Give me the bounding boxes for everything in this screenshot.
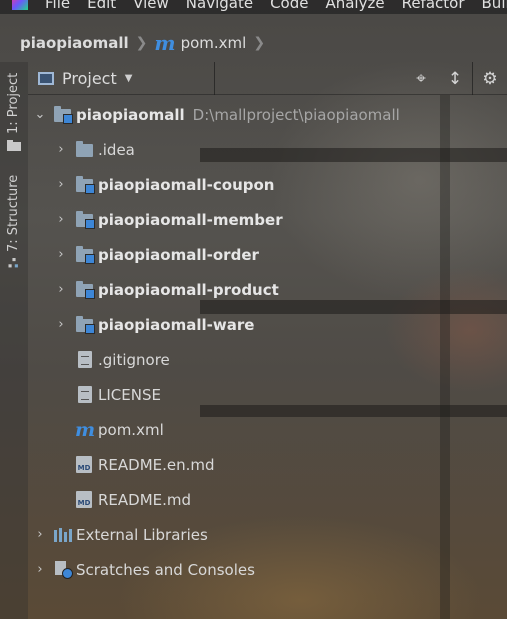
chevron-right-icon[interactable]: › [55, 317, 67, 332]
tree-item-module[interactable]: › piaopiaomall-member [28, 202, 507, 237]
breadcrumb-project[interactable]: piaopiaomall [20, 34, 129, 52]
tree-item-label: .idea [98, 140, 135, 159]
left-tool-strip: 1: Project 7: Structure [0, 62, 28, 619]
menu-bar: File Edit View Navigate Code Analyze Ref… [0, 0, 507, 14]
folder-icon [76, 141, 93, 157]
menu-navigate[interactable]: Navigate [186, 0, 253, 12]
tree-item-file[interactable]: MD README.md [28, 482, 507, 517]
tree-item-label: piaopiaomall-coupon [98, 175, 275, 194]
chevron-right-icon[interactable]: › [55, 282, 67, 297]
chevron-right-icon[interactable]: › [55, 247, 67, 262]
tree-item-label: .gitignore [98, 350, 170, 369]
libraries-icon [54, 528, 72, 542]
maven-icon: m [154, 31, 176, 55]
locate-icon[interactable]: ⌖ [404, 69, 438, 89]
breadcrumb-file[interactable]: pom.xml [181, 34, 247, 52]
scratches-icon [55, 561, 73, 579]
tree-item-file[interactable]: MD README.en.md [28, 447, 507, 482]
menu-build[interactable]: Build [482, 0, 507, 12]
chevron-right-icon[interactable]: › [55, 177, 67, 192]
module-folder-icon [54, 106, 73, 124]
tree-item-label: LICENSE [98, 385, 161, 404]
tree-item-file[interactable]: m pom.xml [28, 412, 507, 447]
tree-item-label: README.en.md [98, 455, 215, 474]
tree-item-label: README.md [98, 490, 192, 509]
tree-item-file[interactable]: .gitignore [28, 342, 507, 377]
tree-item-module[interactable]: › piaopiaomall-product [28, 272, 507, 307]
tree-item-label: piaopiaomall-ware [98, 315, 255, 334]
chevron-right-icon[interactable]: › [34, 527, 46, 542]
tree-item-idea[interactable]: › .idea [28, 132, 507, 167]
tree-item-module[interactable]: › piaopiaomall-order [28, 237, 507, 272]
tree-item-scratches[interactable]: › Scratches and Consoles [28, 552, 507, 587]
markdown-file-icon: MD [76, 456, 92, 473]
panel-title: Project [62, 68, 117, 88]
folder-icon [7, 140, 21, 151]
module-folder-icon [76, 246, 95, 264]
root-path: D:\mallproject\piaopiaomall [192, 105, 400, 124]
maven-icon: m [75, 418, 96, 441]
project-view-selector[interactable]: Project ▼ [28, 62, 214, 94]
menu-view[interactable]: View [133, 0, 169, 12]
chevron-right-icon[interactable]: › [55, 142, 67, 157]
menu-analyze[interactable]: Analyze [325, 0, 384, 12]
tree-item-label: Scratches and Consoles [76, 560, 255, 579]
menu-file[interactable]: File [45, 0, 70, 12]
tree-item-module[interactable]: › piaopiaomall-coupon [28, 167, 507, 202]
structure-icon [8, 258, 18, 268]
tree-item-label: External Libraries [76, 525, 208, 544]
chevron-right-icon: ❯ [135, 35, 148, 51]
tree-item-label: piaopiaomall-order [98, 245, 259, 264]
gear-icon[interactable]: ⚙ [473, 69, 507, 89]
chevron-right-icon: ❯ [253, 35, 266, 51]
breadcrumb: piaopiaomall ❯ m pom.xml ❯ [0, 26, 507, 60]
module-folder-icon [76, 176, 95, 194]
menu-code[interactable]: Code [270, 0, 308, 12]
module-folder-icon [76, 211, 95, 229]
tab-structure[interactable]: 7: Structure [6, 175, 21, 252]
text-file-icon [78, 386, 92, 403]
tree-root-row[interactable]: ⌄ piaopiaomall D:\mallproject\piaopiaomal… [28, 97, 507, 132]
dropdown-arrow-icon: ▼ [124, 72, 133, 84]
root-project-name: piaopiaomall D:\mallproject\piaopiaomall [76, 106, 400, 124]
chevron-right-icon[interactable]: › [34, 562, 46, 577]
chevron-right-icon[interactable]: › [55, 212, 67, 227]
project-panel-header: Project ▼ ⌖ ↕ ⚙ [28, 61, 507, 95]
tree-item-external-libraries[interactable]: › External Libraries [28, 517, 507, 552]
tree-item-label: pom.xml [98, 420, 164, 439]
gitignore-file-icon [78, 351, 92, 368]
menu-refactor[interactable]: Refactor [402, 0, 465, 12]
tree-item-label: piaopiaomall-product [98, 280, 279, 299]
collapse-all-icon[interactable]: ↕ [438, 69, 472, 89]
project-window-icon [38, 71, 54, 85]
module-folder-icon [76, 316, 95, 334]
tree-item-module[interactable]: › piaopiaomall-ware [28, 307, 507, 342]
divider [214, 61, 215, 95]
chevron-down-icon[interactable]: ⌄ [34, 107, 46, 122]
markdown-file-icon: MD [76, 491, 92, 508]
tab-project[interactable]: 1: Project [6, 73, 21, 134]
tree-item-file[interactable]: LICENSE [28, 377, 507, 412]
ide-logo-icon [12, 0, 28, 10]
tree-item-label: piaopiaomall-member [98, 210, 283, 229]
root-name: piaopiaomall [76, 105, 185, 124]
menu-edit[interactable]: Edit [87, 0, 116, 12]
module-folder-icon [76, 281, 95, 299]
